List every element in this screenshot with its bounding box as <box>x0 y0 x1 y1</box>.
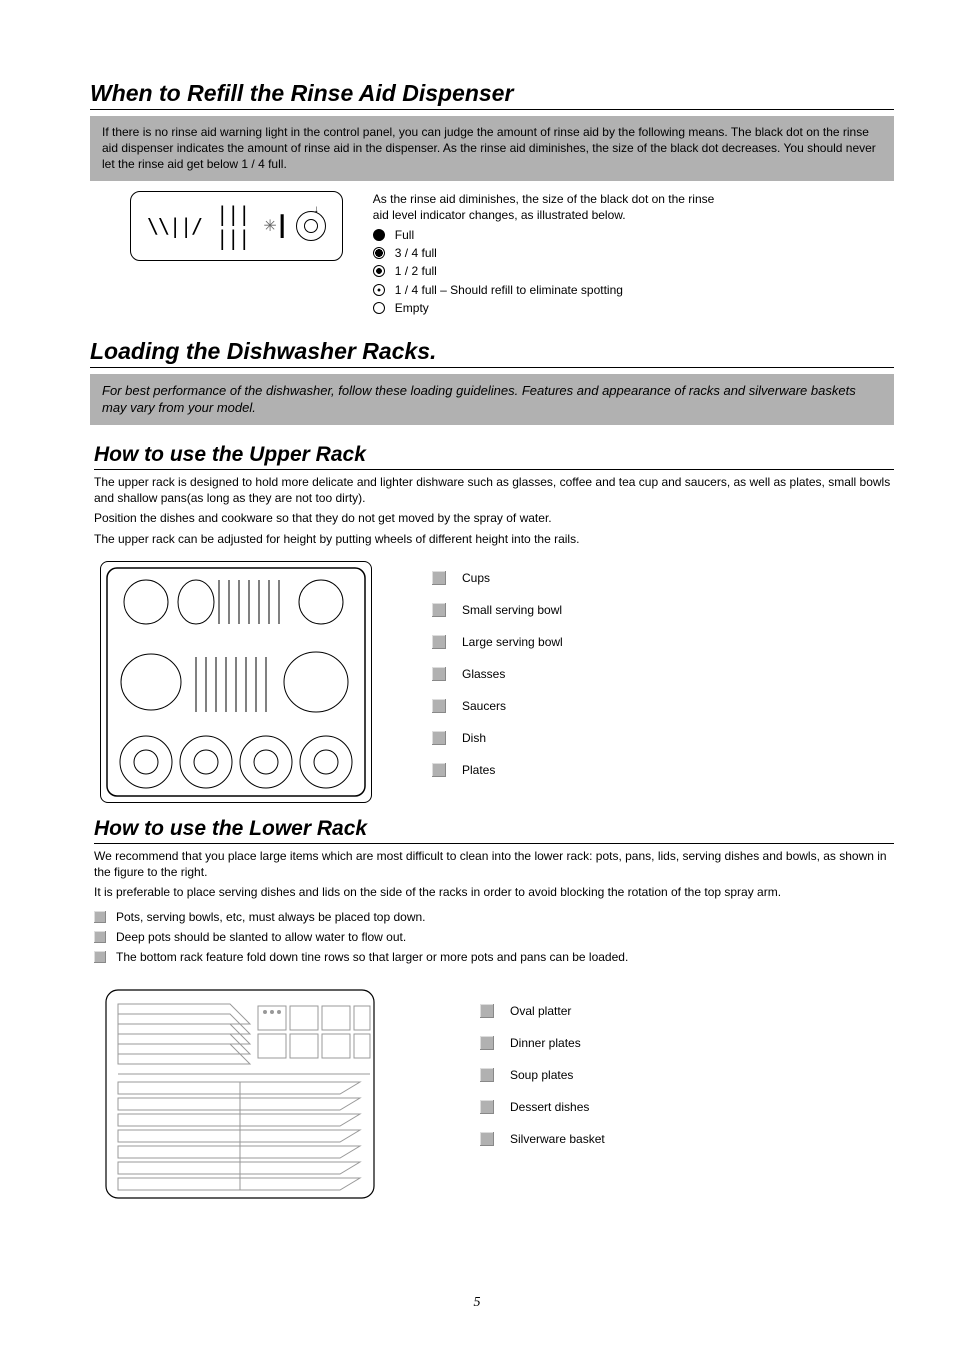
star-icon: ✳ <box>263 216 276 236</box>
legend-box-icon <box>480 1036 494 1050</box>
section-heading-rinse: When to Refill the Rinse Aid Dispenser <box>90 80 894 110</box>
legend-box-icon <box>480 1068 494 1082</box>
rinse-indicator-list: Full 3 / 4 full 1 / 2 full 1 / 4 full – … <box>373 227 733 316</box>
indicator-label: 3 / 4 full <box>395 245 437 261</box>
indicator-label: 1 / 2 full <box>395 263 437 279</box>
legend-box-icon <box>432 571 446 585</box>
rinse-dial-icon: ↓ <box>296 211 326 241</box>
indicator-label: Full <box>395 227 414 243</box>
legend-box-icon <box>432 731 446 745</box>
rinse-side-text: As the rinse aid diminishes, the size of… <box>373 191 733 223</box>
bullet-text: Deep pots should be slanted to allow wat… <box>116 930 406 944</box>
bullet-box-icon <box>94 931 106 943</box>
section-heading-loading: Loading the Dishwasher Racks. <box>90 338 894 368</box>
upper-rack-legend: Cups Small serving bowl Large serving bo… <box>432 571 563 795</box>
bullet-box-icon <box>94 951 106 963</box>
indicator-empty-icon <box>373 302 385 314</box>
pointer-icon: ▎ <box>281 214 292 238</box>
legend-label: Glasses <box>462 667 505 681</box>
upper-p2: Position the dishes and cookware so that… <box>94 510 894 526</box>
lower-rack-legend: Oval platter Dinner plates Soup plates D… <box>480 1004 605 1164</box>
legend-box-icon <box>432 603 446 617</box>
legend-label: Cups <box>462 571 490 585</box>
legend-label: Dinner plates <box>510 1036 581 1050</box>
indicator-full-icon <box>373 229 385 241</box>
bullet-text: Pots, serving bowls, etc, must always be… <box>116 910 426 924</box>
arrow-down-icon: ↓ <box>314 204 319 215</box>
loading-info-bar: For best performance of the dishwasher, … <box>90 374 894 425</box>
bullet-text: The bottom rack feature fold down tine r… <box>116 950 628 964</box>
indicator-12-icon <box>373 265 385 277</box>
indicator-14-icon <box>373 284 385 296</box>
legend-box-icon <box>432 763 446 777</box>
upper-p1: The upper rack is designed to hold more … <box>94 474 894 506</box>
dispenser-slots-icon: \\||/ <box>147 214 202 238</box>
indicator-label: Empty <box>395 300 429 316</box>
legend-label: Dessert dishes <box>510 1100 589 1114</box>
legend-box-icon <box>432 699 446 713</box>
legend-box-icon <box>480 1100 494 1114</box>
lower-bullet-list: Pots, serving bowls, etc, must always be… <box>94 910 894 964</box>
upper-p3: The upper rack can be adjusted for heigh… <box>94 531 894 547</box>
bullet-box-icon <box>94 911 106 923</box>
dispenser-bars-icon: |||||| <box>216 202 249 250</box>
page-number: 5 <box>0 1295 954 1311</box>
rinse-info-bar: If there is no rinse aid warning light i… <box>90 116 894 181</box>
legend-label: Soup plates <box>510 1068 573 1082</box>
lower-rack-diagram <box>100 984 380 1204</box>
upper-rack-diagram <box>100 561 372 803</box>
legend-box-icon <box>480 1004 494 1018</box>
indicator-34-icon <box>373 247 385 259</box>
legend-label: Small serving bowl <box>462 603 562 617</box>
lower-p1: We recommend that you place large items … <box>94 848 894 880</box>
legend-label: Plates <box>462 763 495 777</box>
legend-label: Oval platter <box>510 1004 571 1018</box>
legend-label: Silverware basket <box>510 1132 605 1146</box>
legend-box-icon <box>432 667 446 681</box>
section-heading-upper: How to use the Upper Rack <box>94 443 894 470</box>
legend-box-icon <box>432 635 446 649</box>
lower-p2: It is preferable to place serving dishes… <box>94 884 894 900</box>
legend-label: Saucers <box>462 699 506 713</box>
legend-label: Dish <box>462 731 486 745</box>
rinse-dispenser-illustration: \\||/ |||||| ✳ ▎ ↓ <box>130 191 343 261</box>
section-heading-lower: How to use the Lower Rack <box>94 817 894 844</box>
legend-box-icon <box>480 1132 494 1146</box>
indicator-label: 1 / 4 full – Should refill to eliminate … <box>395 282 623 298</box>
legend-label: Large serving bowl <box>462 635 563 649</box>
